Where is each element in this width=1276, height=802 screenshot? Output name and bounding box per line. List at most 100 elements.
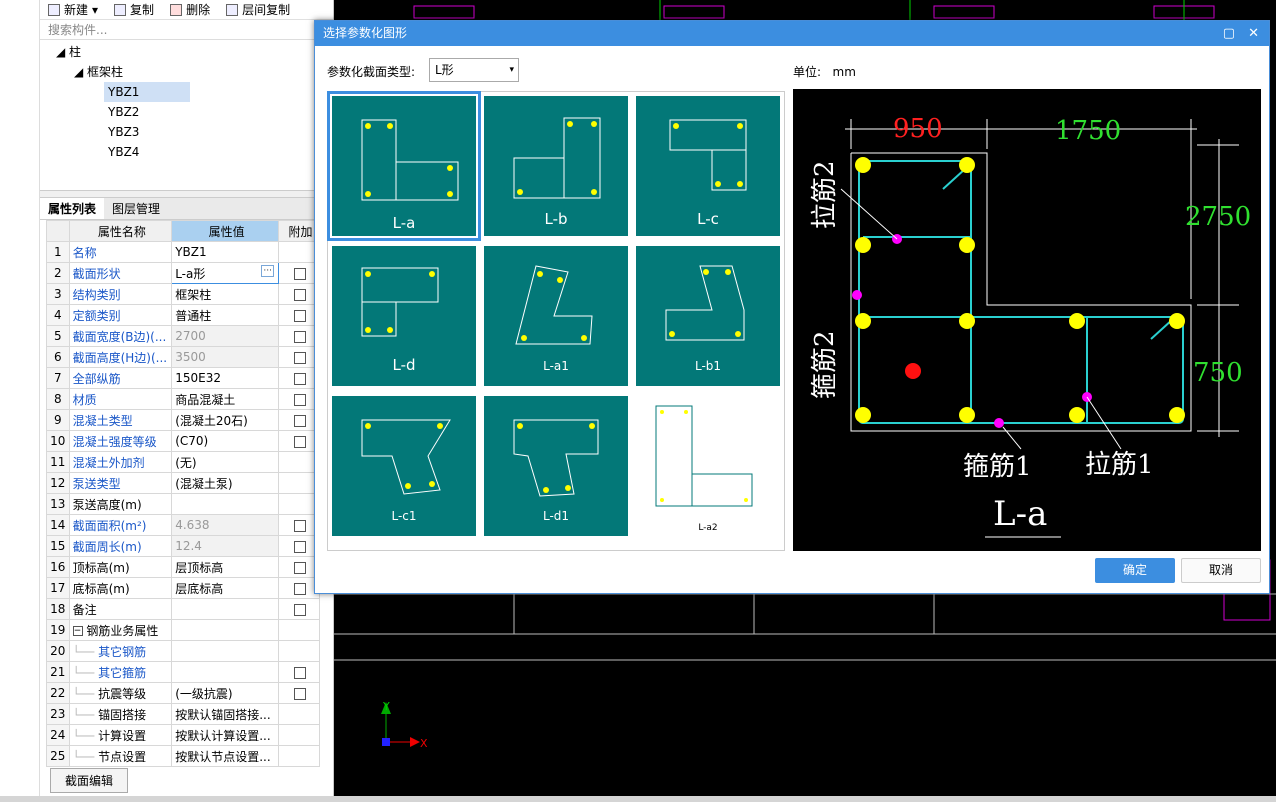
cell-value[interactable]: 12.4 — [171, 535, 279, 557]
cell-value[interactable]: 按默认计算设置... — [171, 724, 279, 746]
table-row[interactable]: 24 └── 计算设置 按默认计算设置... — [46, 724, 321, 746]
cell-value[interactable]: (一级抗震) — [171, 682, 279, 704]
extra-checkbox[interactable] — [294, 666, 307, 679]
section-type-select[interactable]: L形 ▾ — [429, 58, 519, 82]
cell-extra[interactable] — [277, 598, 321, 620]
tree-item-ybz4[interactable]: YBZ4 — [108, 142, 139, 162]
table-row[interactable]: 11 混凝土外加剂 (无) — [46, 451, 321, 473]
table-row[interactable]: 19− 钢筋业务属性 — [46, 619, 321, 641]
shape-thumb-l-c1[interactable]: L-c1 — [332, 396, 476, 536]
ok-button[interactable]: 确定 — [1095, 558, 1175, 583]
extra-checkbox[interactable] — [294, 540, 307, 553]
new-button[interactable]: 新建 ▾ — [48, 1, 98, 18]
collapse-icon[interactable]: − — [72, 626, 83, 636]
cell-value[interactable] — [171, 619, 279, 641]
tree-item-ybz2[interactable]: YBZ2 — [108, 102, 139, 122]
tree-item-ybz1[interactable]: YBZ1 — [104, 82, 190, 102]
table-row[interactable]: 12 泵送类型 (混凝土泵) — [46, 472, 321, 494]
table-row[interactable]: 1 名称 YBZ1 — [46, 241, 321, 263]
extra-checkbox[interactable] — [294, 393, 307, 406]
extra-checkbox[interactable] — [294, 519, 307, 532]
table-row[interactable]: 17 底标高(m) 层底标高 — [46, 577, 321, 599]
cell-value[interactable]: 2700 — [171, 325, 279, 347]
table-row[interactable]: 22 └── 抗震等级 (一级抗震) — [46, 682, 321, 704]
cell-value[interactable]: 3500 — [171, 346, 279, 368]
close-icon[interactable]: ✕ — [1248, 21, 1259, 46]
cell-extra[interactable] — [277, 661, 321, 683]
cell-value[interactable]: (混凝土20石) — [171, 409, 279, 431]
more-icon[interactable]: ··· — [261, 264, 274, 277]
extra-checkbox[interactable] — [294, 288, 307, 301]
table-row[interactable]: 20 └── 其它钢筋 — [46, 640, 321, 662]
cell-value[interactable]: 普通柱 — [171, 304, 279, 326]
delete-button[interactable]: 删除 — [170, 1, 210, 18]
shape-thumb-l-d[interactable]: L-d — [332, 246, 476, 386]
table-row[interactable]: 2 截面形状 L-a形 ··· — [46, 262, 321, 284]
table-row[interactable]: 10 混凝土强度等级 (C70) — [46, 430, 321, 452]
table-row[interactable]: 25 └── 节点设置 按默认节点设置... — [46, 745, 321, 767]
shape-thumb-l-b1[interactable]: L-b1 — [636, 246, 780, 386]
cell-value[interactable]: 框架柱 — [171, 283, 279, 305]
search-input[interactable]: 搜索构件... — [40, 20, 333, 40]
shape-thumb-l-a[interactable]: L-a — [327, 91, 481, 241]
cell-value[interactable]: 150E32 — [171, 367, 279, 389]
cell-value[interactable]: YBZ1 — [171, 241, 279, 263]
tab-layers[interactable]: 图层管理 — [104, 198, 168, 219]
extra-checkbox[interactable] — [294, 561, 307, 574]
table-row[interactable]: 15 截面周长(m) 12.4 — [46, 535, 321, 557]
cell-value[interactable] — [171, 493, 279, 515]
extra-checkbox[interactable] — [294, 267, 307, 280]
extra-checkbox[interactable] — [294, 309, 307, 322]
shape-thumb-l-a1[interactable]: L-a1 — [484, 246, 628, 386]
cell-value[interactable]: 层底标高 — [171, 577, 279, 599]
cell-value[interactable]: L-a形 ··· — [171, 262, 279, 284]
cell-value[interactable]: (混凝土泵) — [171, 472, 279, 494]
extra-checkbox[interactable] — [294, 582, 307, 595]
table-row[interactable]: 6 截面高度(H边)(... 3500 — [46, 346, 321, 368]
table-row[interactable]: 13 泵送高度(m) — [46, 493, 321, 515]
extra-checkbox[interactable] — [294, 351, 307, 364]
section-edit-button[interactable]: 截面编辑 — [50, 768, 129, 793]
table-row[interactable]: 3 结构类别 框架柱 — [46, 283, 321, 305]
shape-thumb-l-c[interactable]: L-c — [636, 96, 780, 236]
copy-button[interactable]: 复制 — [114, 1, 154, 18]
table-row[interactable]: 9 混凝土类型 (混凝土20石) — [46, 409, 321, 431]
extra-checkbox[interactable] — [294, 372, 307, 385]
tab-properties[interactable]: 属性列表 — [40, 198, 105, 219]
extra-checkbox[interactable] — [294, 687, 307, 700]
cell-extra[interactable] — [277, 682, 321, 704]
table-row[interactable]: 23 └── 锚固搭接 按默认锚固搭接... — [46, 703, 321, 725]
cancel-button[interactable]: 取消 — [1181, 558, 1261, 583]
layer-copy-button[interactable]: 层间复制 — [226, 1, 290, 18]
table-row[interactable]: 14 截面面积(m²) 4.638 — [46, 514, 321, 536]
extra-checkbox[interactable] — [294, 414, 307, 427]
table-row[interactable]: 4 定额类别 普通柱 — [46, 304, 321, 326]
shape-thumb-l-a2[interactable]: L-a2 — [636, 396, 780, 536]
cell-value[interactable]: 层顶标高 — [171, 556, 279, 578]
cell-value[interactable]: (无) — [171, 451, 279, 473]
cell-value[interactable]: (C70) — [171, 430, 279, 452]
cell-value[interactable] — [171, 661, 279, 683]
cell-value[interactable]: 商品混凝土 — [171, 388, 279, 410]
cell-value[interactable]: 按默认节点设置... — [171, 745, 279, 767]
cell-value[interactable]: 4.638 — [171, 514, 279, 536]
extra-checkbox[interactable] — [294, 603, 307, 616]
table-row[interactable]: 18 备注 — [46, 598, 321, 620]
table-row[interactable]: 16 顶标高(m) 层顶标高 — [46, 556, 321, 578]
extra-checkbox[interactable] — [294, 330, 307, 343]
tree-item-ybz3[interactable]: YBZ3 — [108, 122, 139, 142]
tree-node-column[interactable]: ◢ 柱 — [56, 42, 81, 62]
maximize-icon[interactable]: ▢ — [1223, 21, 1235, 46]
table-row[interactable]: 7 全部纵筋 150E32 — [46, 367, 321, 389]
table-row[interactable]: 8 材质 商品混凝土 — [46, 388, 321, 410]
shape-thumb-l-d1[interactable]: L-d1 — [484, 396, 628, 536]
cell-value[interactable] — [171, 640, 279, 662]
shape-thumb-l-b[interactable]: L-b — [484, 96, 628, 236]
table-row[interactable]: 5 截面宽度(B边)(... 2700 — [46, 325, 321, 347]
cell-value[interactable] — [171, 598, 279, 620]
panel-splitter[interactable] — [40, 190, 333, 198]
extra-checkbox[interactable] — [294, 435, 307, 448]
cell-value[interactable]: 按默认锚固搭接... — [171, 703, 279, 725]
tree-node-frame-column[interactable]: ◢ 框架柱 — [74, 62, 123, 82]
table-row[interactable]: 21 └── 其它箍筋 — [46, 661, 321, 683]
